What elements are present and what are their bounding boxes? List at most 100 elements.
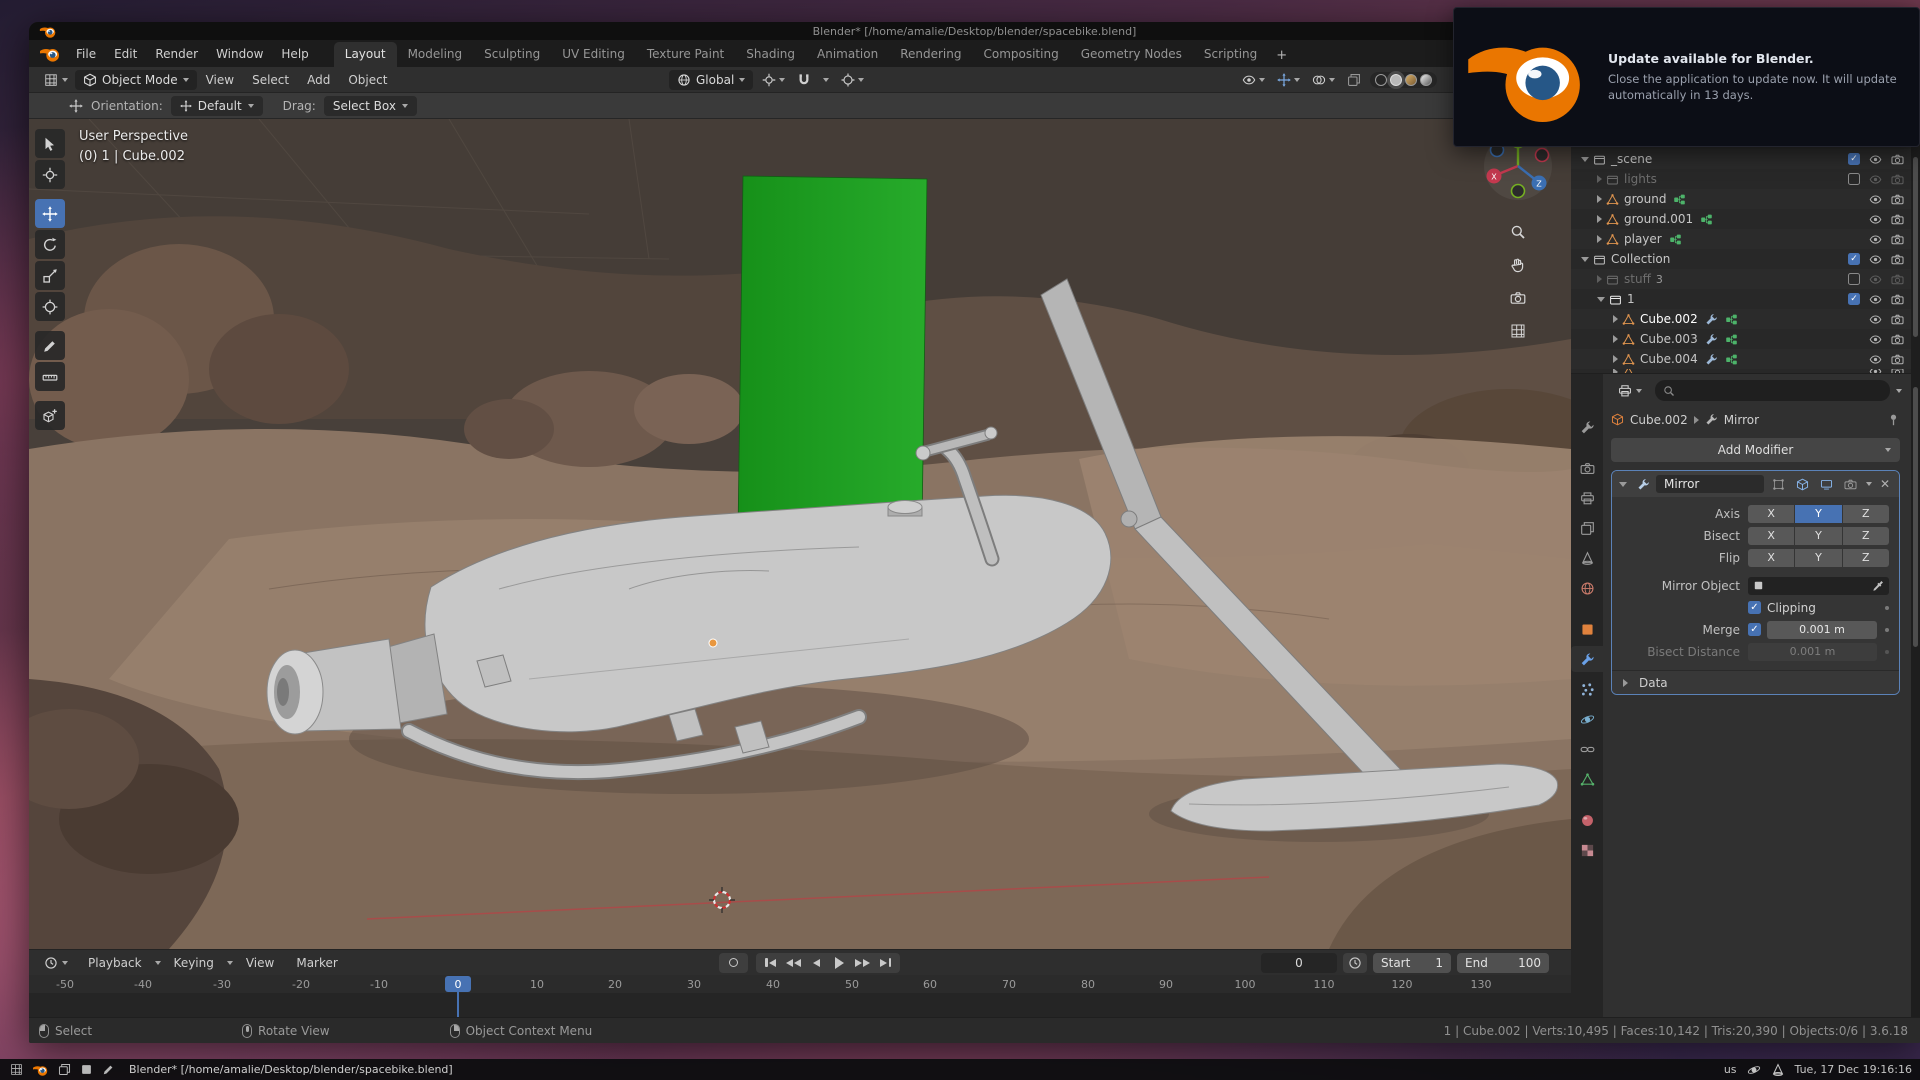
update-notification[interactable]: Update available for Blender. Close the … [1453,7,1920,147]
auto-keying-toggle[interactable] [722,954,745,972]
previous-keyframe-button[interactable] [782,954,805,972]
editor-type-button[interactable] [37,70,75,90]
add-workspace-button[interactable]: + [1268,44,1295,67]
hide-viewport-icon[interactable] [1869,213,1882,226]
shading-solid-button[interactable] [1390,74,1402,86]
hide-viewport-icon[interactable] [1869,153,1882,166]
blender-menu-icon[interactable] [39,46,61,62]
menu-add[interactable]: Add [298,69,339,91]
show-in-viewport-toggle[interactable] [1818,475,1836,493]
eyedropper-icon[interactable] [1872,580,1884,592]
expand-icon[interactable] [1613,355,1618,363]
pan-button[interactable] [1505,252,1531,278]
hide-viewport-icon[interactable] [1869,233,1882,246]
delete-modifier-button[interactable]: ✕ [1878,477,1892,491]
axis-z-button[interactable]: Z [1843,505,1889,523]
breadcrumb-object[interactable]: Cube.002 [1630,413,1688,427]
taskbar-window-title[interactable]: Blender* [/home/amalie/Desktop/blender/s… [129,1063,453,1076]
outliner-row[interactable]: 1 ✓ [1571,289,1920,309]
disable-render-icon[interactable] [1891,153,1904,166]
properties-editor-type-button[interactable] [1611,381,1649,401]
outliner-row-active[interactable]: Cube.002 [1571,309,1920,329]
orientation-dropdown[interactable]: Default [171,96,263,116]
bisect-z-button[interactable]: Z [1843,527,1889,545]
outliner-scroll-thumb[interactable] [1913,157,1918,337]
mode-dropdown[interactable]: Object Mode [75,70,197,90]
data-subpanel-header[interactable]: Data [1612,670,1899,694]
properties-search-input[interactable] [1655,380,1890,401]
show-applications-icon[interactable] [10,1063,23,1076]
hide-viewport-icon[interactable] [1869,293,1882,306]
network-icon[interactable] [1747,1063,1761,1077]
keyboard-layout-indicator[interactable]: us [1724,1063,1737,1076]
measure-tool[interactable] [35,362,65,391]
animate-dot[interactable] [1885,628,1889,632]
flip-x-button[interactable]: X [1748,549,1794,567]
breadcrumb-modifier[interactable]: Mirror [1724,413,1759,427]
outliner-row[interactable]: ground [1571,189,1920,209]
axis-x-button[interactable]: X [1748,505,1794,523]
tab-scene[interactable] [1571,545,1603,571]
overlays-button[interactable] [1309,71,1338,89]
exclude-checkbox[interactable]: ✓ [1848,153,1860,165]
proportional-editing-toggle[interactable] [838,71,867,89]
merge-threshold-field[interactable]: 0.001 m [1767,621,1877,639]
show-on-cage-toggle[interactable] [1770,475,1788,493]
modifier-name-field[interactable]: Mirror [1656,475,1764,493]
disable-render-icon[interactable] [1891,353,1904,366]
bisect-x-button[interactable]: X [1748,527,1794,545]
menu-file[interactable]: File [67,43,105,65]
collapse-icon[interactable] [1619,482,1627,487]
clipping-checkbox[interactable]: ✓ [1748,601,1761,614]
expand-icon[interactable] [1581,257,1589,262]
shading-rendered-button[interactable] [1420,74,1432,86]
animate-dot[interactable] [1885,606,1889,610]
volume-icon[interactable] [1771,1063,1785,1077]
tab-texture-paint[interactable]: Texture Paint [636,42,735,67]
editor-app-icon[interactable] [102,1063,115,1076]
menu-help[interactable]: Help [272,43,317,65]
disable-render-icon[interactable] [1891,173,1904,186]
disable-render-icon[interactable] [1891,293,1904,306]
tab-physics[interactable] [1571,706,1603,732]
outliner-row[interactable]: player [1571,229,1920,249]
timeline-editor-type-button[interactable] [37,953,75,973]
tab-layout[interactable]: Layout [334,42,397,67]
select-box-tool[interactable] [35,129,65,158]
use-preview-range-toggle[interactable] [1343,953,1367,973]
pin-icon[interactable] [1887,413,1900,426]
timeline-ruler[interactable]: -50 -40 -30 -20 -10 0 10 20 30 40 50 60 … [29,975,1571,1017]
exclude-checkbox[interactable]: ✓ [1848,293,1860,305]
menu-marker[interactable]: Marker [287,952,346,974]
add-modifier-button[interactable]: Add Modifier [1611,438,1900,462]
jump-to-end-button[interactable] [874,954,897,972]
tab-texture[interactable] [1571,837,1603,863]
expand-icon[interactable] [1597,297,1605,302]
pivot-point-button[interactable] [759,71,788,89]
drag-dropdown[interactable]: Select Box [324,96,417,116]
hide-viewport-icon[interactable] [1869,333,1882,346]
tab-render[interactable] [1571,455,1603,481]
tab-world[interactable] [1571,575,1603,601]
cursor-tool[interactable] [35,160,65,189]
snapping-toggle[interactable] [794,71,814,89]
play-button[interactable] [828,954,851,972]
scrollbar[interactable] [1911,67,1920,1017]
tab-material[interactable] [1571,807,1603,833]
transform-tool[interactable] [35,292,65,321]
outliner-row[interactable]: Cube.004 [1571,349,1920,369]
frame-start-field[interactable]: Start 1 [1373,953,1451,973]
flip-z-button[interactable]: Z [1843,549,1889,567]
tab-view-layer[interactable] [1571,515,1603,541]
show-in-render-toggle[interactable] [1842,475,1860,493]
expand-icon[interactable] [1597,195,1602,203]
tab-modeling[interactable]: Modeling [397,42,474,67]
tab-modifiers[interactable] [1571,646,1603,672]
disable-render-icon[interactable] [1891,213,1904,226]
hide-viewport-icon[interactable] [1869,353,1882,366]
outliner-row[interactable]: lights [1571,169,1920,189]
tab-tool[interactable] [1571,414,1603,440]
tab-sculpting[interactable]: Sculpting [473,42,551,67]
current-frame-badge[interactable]: 0 [445,976,471,992]
disable-render-icon[interactable] [1891,233,1904,246]
